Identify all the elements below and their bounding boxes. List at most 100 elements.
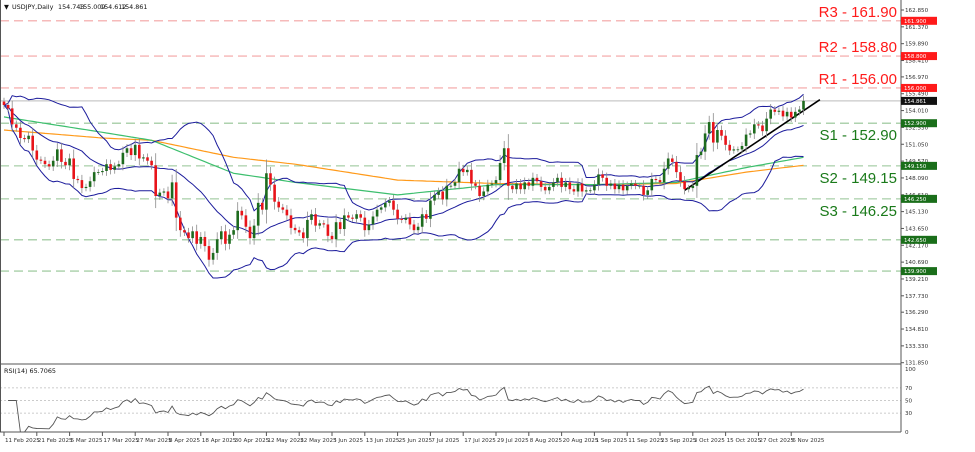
candle-body: [392, 200, 395, 210]
candle-body: [330, 235, 334, 240]
x-tick-label: 27 Mar 2025: [136, 438, 172, 444]
candle-body: [6, 105, 10, 109]
candle-body: [224, 231, 227, 244]
candle-body: [802, 100, 805, 110]
bollinger-band-lower: [3, 104, 804, 279]
x-tick-label: 29 Jul 2025: [497, 438, 529, 444]
candle-body: [232, 230, 235, 235]
candle-body: [117, 164, 121, 167]
candle-body: [683, 181, 686, 190]
current-price-tag-label: 154.861: [904, 99, 926, 105]
candle-body: [302, 232, 305, 239]
candle-body: [166, 191, 170, 199]
candle-body: [781, 110, 785, 117]
candle-body: [170, 182, 174, 199]
candle-body: [306, 219, 309, 239]
candle-body: [712, 122, 715, 143]
candle-body: [211, 252, 215, 260]
candle-body: [19, 127, 22, 138]
candle-body: [613, 183, 617, 190]
candle-body: [396, 209, 399, 219]
candle-body: [379, 207, 383, 210]
candle-body: [412, 224, 416, 231]
candle-body: [535, 177, 539, 182]
candle-body: [498, 163, 502, 181]
candle-body: [297, 230, 301, 233]
candle-body: [142, 157, 145, 159]
y-tick-label: 145.130: [905, 210, 929, 216]
candle-body: [707, 122, 711, 134]
candle-body: [347, 215, 350, 218]
candle-body: [765, 118, 768, 132]
candle-body: [285, 209, 289, 216]
x-tick-label: 18 Apr 2025: [202, 438, 237, 444]
ohlc-close: 154.861: [121, 3, 147, 11]
candle-body: [220, 231, 223, 240]
candle-body: [244, 215, 248, 227]
candle-body: [449, 185, 453, 187]
x-tick-label: 11 Sep 2025: [628, 438, 664, 444]
candle-body: [757, 124, 760, 126]
candle-body: [511, 185, 514, 190]
candle-body: [441, 191, 444, 200]
candle-body: [658, 180, 662, 183]
candle-body: [687, 188, 690, 190]
candle-body: [363, 217, 367, 231]
candle-body: [281, 207, 285, 210]
candle-body: [478, 185, 481, 197]
usdjpy-daily-chart[interactable]: 162.850161.370159.890158.410156.970155.4…: [0, 0, 975, 452]
candle-body: [277, 201, 280, 208]
candle-body: [183, 230, 186, 233]
candle-body: [88, 181, 92, 187]
x-tick-label: 27 Oct 2025: [759, 438, 794, 444]
x-tick-label: 15 Oct 2025: [727, 438, 762, 444]
x-tick-label: 7 Jul 2025: [431, 438, 460, 444]
candle-body: [252, 225, 256, 239]
candle-body: [199, 236, 203, 244]
candle-body: [146, 157, 149, 161]
candle-body: [794, 111, 797, 118]
triangle-down-icon[interactable]: ▼: [4, 3, 9, 11]
candle-body: [322, 223, 326, 225]
candle-body: [125, 148, 129, 153]
candle-body: [261, 202, 264, 210]
candle-body: [367, 224, 371, 231]
candle-body: [761, 125, 764, 132]
candle-body: [27, 135, 30, 140]
candle-body: [654, 178, 658, 181]
y-tick-label: 140.690: [905, 260, 929, 266]
candle-body: [343, 215, 346, 230]
candles: [2, 95, 805, 267]
candle-body: [502, 148, 506, 164]
candle-body: [785, 111, 789, 117]
x-tick-label: 23 Sep 2025: [661, 438, 697, 444]
candle-body: [642, 185, 645, 195]
candle-body: [400, 218, 403, 220]
candle-body: [154, 165, 157, 197]
candle-body: [388, 200, 391, 203]
candle-body: [334, 222, 338, 240]
candle-body: [474, 183, 477, 186]
candle-body: [68, 158, 71, 166]
candle-body: [798, 109, 801, 112]
candle-body: [101, 170, 104, 173]
indicators: [3, 93, 821, 279]
candle-body: [15, 124, 18, 128]
candle-body: [248, 226, 252, 239]
candle-body: [433, 194, 436, 201]
candle-body: [310, 214, 313, 220]
candle-body: [109, 164, 112, 170]
candle-body: [597, 174, 600, 185]
candle-body: [51, 160, 55, 167]
level-tag-label: 146.250: [904, 197, 927, 203]
level-tag-label: 158.800: [904, 54, 927, 60]
x-tick-label: 20 Aug 2025: [563, 438, 599, 444]
rsi-tick-label: 30: [905, 411, 913, 417]
x-tick-label: 11 Feb 2025: [5, 438, 40, 444]
candle-body: [716, 130, 719, 143]
candle-body: [72, 158, 75, 179]
candle-body: [457, 168, 461, 183]
y-tick-label: 143.650: [905, 226, 929, 232]
rsi-line: [8, 385, 804, 433]
x-tick-label: 3 Jun 2025: [333, 438, 364, 444]
